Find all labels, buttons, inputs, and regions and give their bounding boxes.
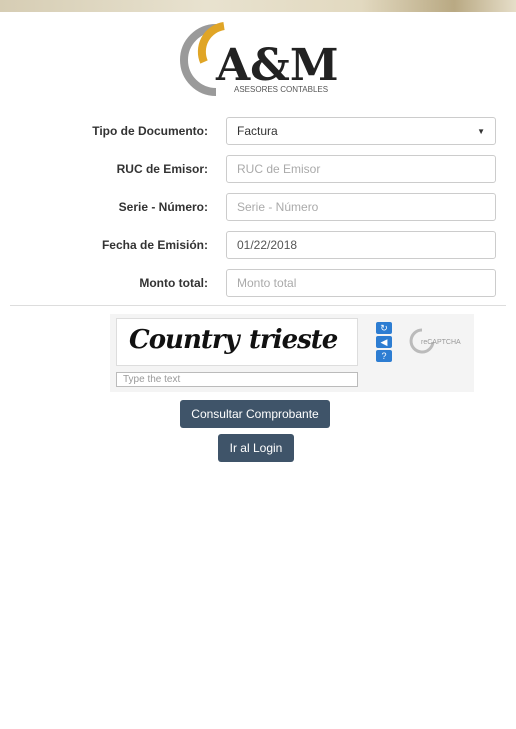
ruc-emisor-label: RUC de Emisor: xyxy=(116,162,208,176)
recaptcha-logo: reCAPTCHA xyxy=(408,324,468,356)
serie-numero-input[interactable] xyxy=(226,193,496,221)
monto-total-label: Monto total: xyxy=(139,276,208,290)
consultar-comprobante-button[interactable]: Consultar Comprobante xyxy=(180,400,330,428)
logo-subtitle: ASESORES CONTABLES xyxy=(234,85,328,94)
ir-al-login-button[interactable]: Ir al Login xyxy=(218,434,294,462)
monto-total-input[interactable] xyxy=(226,269,496,297)
caret-down-icon: ▼ xyxy=(477,126,485,136)
tipo-documento-row: Tipo de Documento: Factura ▼ xyxy=(0,117,516,147)
recaptcha-brand: reCAPTCHA xyxy=(421,339,461,346)
tipo-documento-label: Tipo de Documento: xyxy=(92,124,208,138)
audio-icon[interactable]: ◀ xyxy=(376,336,392,348)
help-icon[interactable]: ? xyxy=(376,350,392,362)
recaptcha-icon: reCAPTCHA xyxy=(409,328,461,354)
monto-total-row: Monto total: xyxy=(0,269,516,299)
fecha-emision-label: Fecha de Emisión: xyxy=(101,238,208,252)
company-logo: A&M ASESORES CONTABLES xyxy=(180,22,339,96)
captcha-word-1: Country xyxy=(129,325,240,355)
serie-numero-row: Serie - Número: xyxy=(0,193,516,223)
refresh-icon[interactable]: ↻ xyxy=(376,322,392,334)
form-divider xyxy=(10,305,506,306)
tipo-documento-select[interactable]: Factura ▼ xyxy=(226,117,496,145)
tipo-documento-value: Factura xyxy=(237,124,278,138)
captcha-image: Country trieste xyxy=(116,318,358,366)
logo-text: A&M xyxy=(215,40,339,91)
fecha-emision-input[interactable] xyxy=(226,231,496,259)
captcha-word-2: trieste xyxy=(249,325,338,355)
captcha-widget: Country trieste ↻ ◀ ? reCAPTCHA xyxy=(110,314,474,392)
ruc-emisor-row: RUC de Emisor: xyxy=(0,155,516,185)
ruc-emisor-input[interactable] xyxy=(226,155,496,183)
captcha-response-input[interactable] xyxy=(116,372,358,387)
fecha-emision-row: Fecha de Emisión: xyxy=(0,231,516,261)
captcha-controls: ↻ ◀ ? xyxy=(376,322,392,364)
serie-numero-label: Serie - Número: xyxy=(118,200,208,214)
top-banner xyxy=(0,0,516,12)
